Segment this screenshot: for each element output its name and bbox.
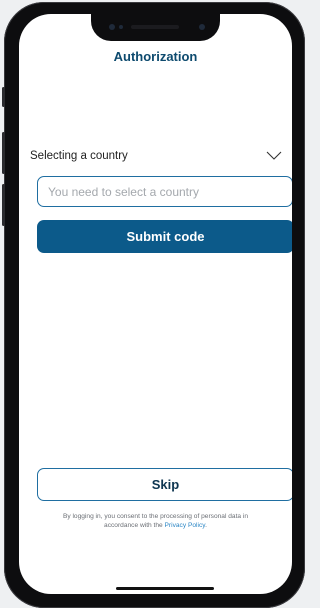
country-input[interactable]: You need to select a country	[37, 176, 292, 207]
skip-button[interactable]: Skip	[37, 468, 292, 501]
phone-notch	[91, 14, 220, 41]
consent-line1: By logging in, you consent to the proces…	[62, 513, 249, 520]
consent-line2-prefix: accordance with the	[104, 522, 165, 529]
sensor-dot	[119, 25, 123, 29]
country-select[interactable]: Selecting a country	[30, 147, 282, 165]
home-indicator[interactable]	[116, 587, 214, 590]
phone-side-button	[2, 87, 5, 107]
privacy-policy-link[interactable]: Privacy Policy	[165, 522, 206, 529]
speaker-grill	[131, 25, 179, 29]
consent-suffix: .	[205, 522, 207, 529]
page-title: Authorization	[113, 49, 198, 64]
phone-volume-up-button	[2, 132, 5, 174]
phone-screen: Authorization Selecting a country You ne…	[19, 14, 292, 594]
camera-dot	[109, 24, 115, 30]
chevron-down-icon[interactable]	[266, 151, 282, 161]
country-select-label: Selecting a country	[30, 150, 128, 162]
consent-text: By logging in, you consent to the proces…	[31, 512, 280, 530]
phone-volume-down-button	[2, 184, 5, 226]
submit-code-button[interactable]: Submit code	[37, 220, 292, 253]
front-camera-dot	[199, 24, 205, 30]
